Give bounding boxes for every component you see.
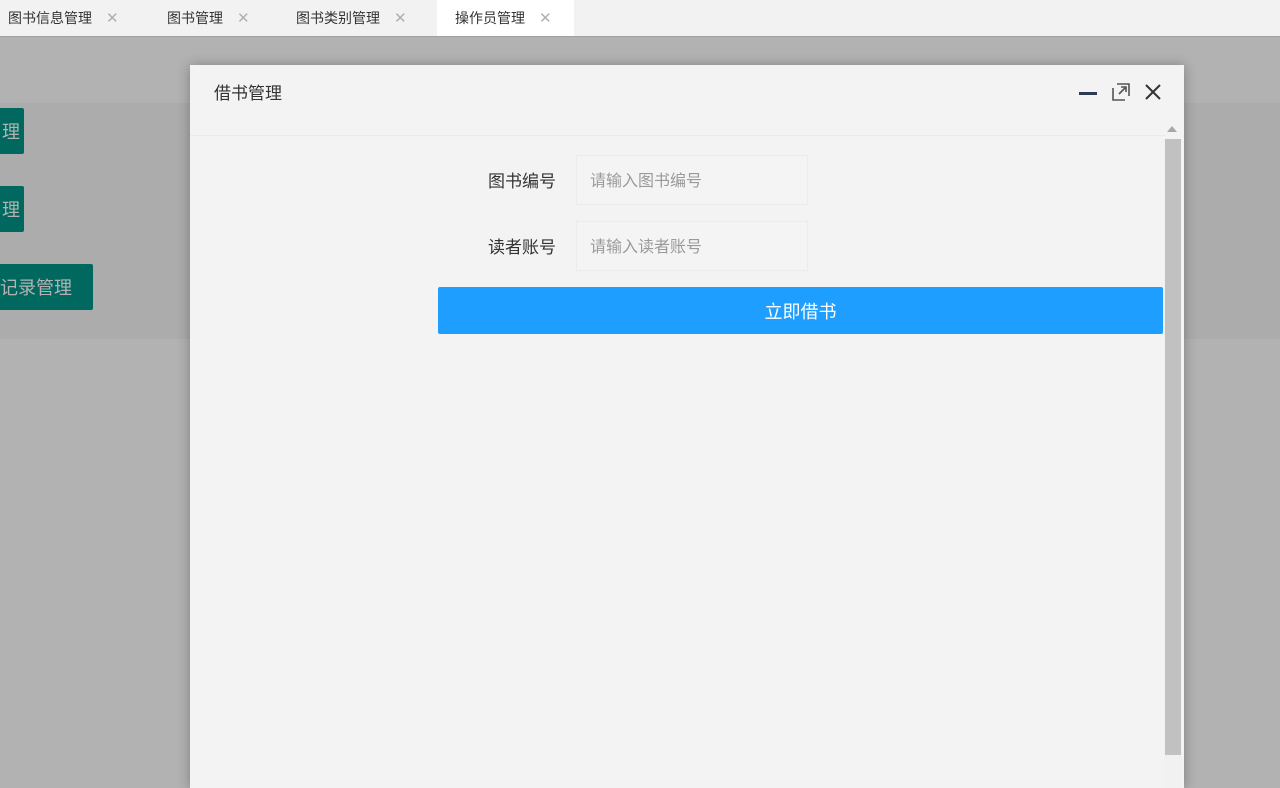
scroll-up-arrow-icon[interactable] xyxy=(1167,126,1177,132)
tab-label: 图书管理 xyxy=(167,11,223,27)
close-icon[interactable]: ✕ xyxy=(539,9,552,27)
close-icon[interactable]: ✕ xyxy=(394,9,407,27)
tab-bar: 图书信息管理 ✕ 图书管理 ✕ 图书类别管理 ✕ 操作员管理 ✕ xyxy=(0,0,1280,37)
tab-book-category[interactable]: 图书类别管理 ✕ xyxy=(296,0,407,36)
book-id-label: 图书编号 xyxy=(488,172,556,192)
tab-label: 图书类别管理 xyxy=(296,11,380,27)
book-id-input[interactable] xyxy=(576,155,808,205)
reader-account-input[interactable] xyxy=(576,221,808,271)
tab-label: 图书信息管理 xyxy=(8,11,92,27)
reader-account-label: 读者账号 xyxy=(488,238,556,258)
close-icon[interactable] xyxy=(1144,82,1162,102)
dialog-title: 借书管理 xyxy=(214,84,282,104)
title-divider xyxy=(190,135,1165,136)
borrow-dialog: 借书管理 图书编号 读者账号 立即借书 xyxy=(190,65,1184,788)
borrow-now-button[interactable]: 立即借书 xyxy=(438,287,1163,334)
close-icon[interactable]: ✕ xyxy=(237,9,250,27)
minimize-icon[interactable] xyxy=(1079,82,1097,102)
tab-books[interactable]: 图书管理 ✕ xyxy=(167,0,250,36)
close-icon[interactable]: ✕ xyxy=(106,9,119,27)
tab-label: 操作员管理 xyxy=(455,11,525,27)
tab-operator[interactable]: 操作员管理 ✕ xyxy=(437,0,574,36)
tab-book-info[interactable]: 图书信息管理 ✕ xyxy=(8,0,119,36)
scrollbar-thumb[interactable] xyxy=(1165,139,1181,755)
maximize-icon[interactable] xyxy=(1111,82,1131,102)
